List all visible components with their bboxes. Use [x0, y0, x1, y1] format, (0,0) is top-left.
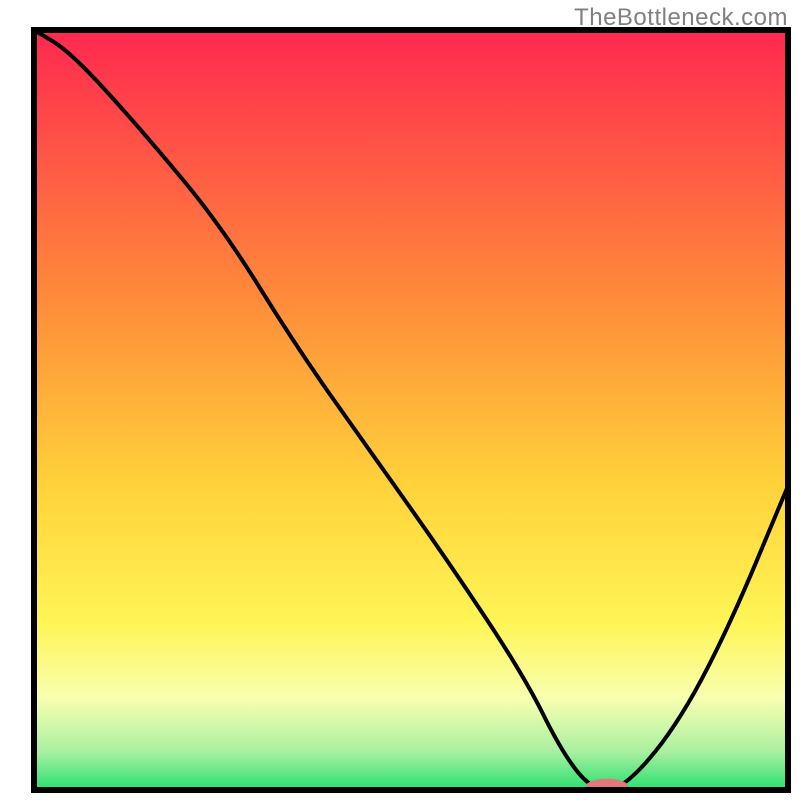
- watermark-text: TheBottleneck.com: [574, 4, 788, 32]
- bottleneck-chart: TheBottleneck.com: [0, 0, 800, 800]
- chart-svg: [0, 0, 800, 800]
- gradient-background: [34, 30, 788, 790]
